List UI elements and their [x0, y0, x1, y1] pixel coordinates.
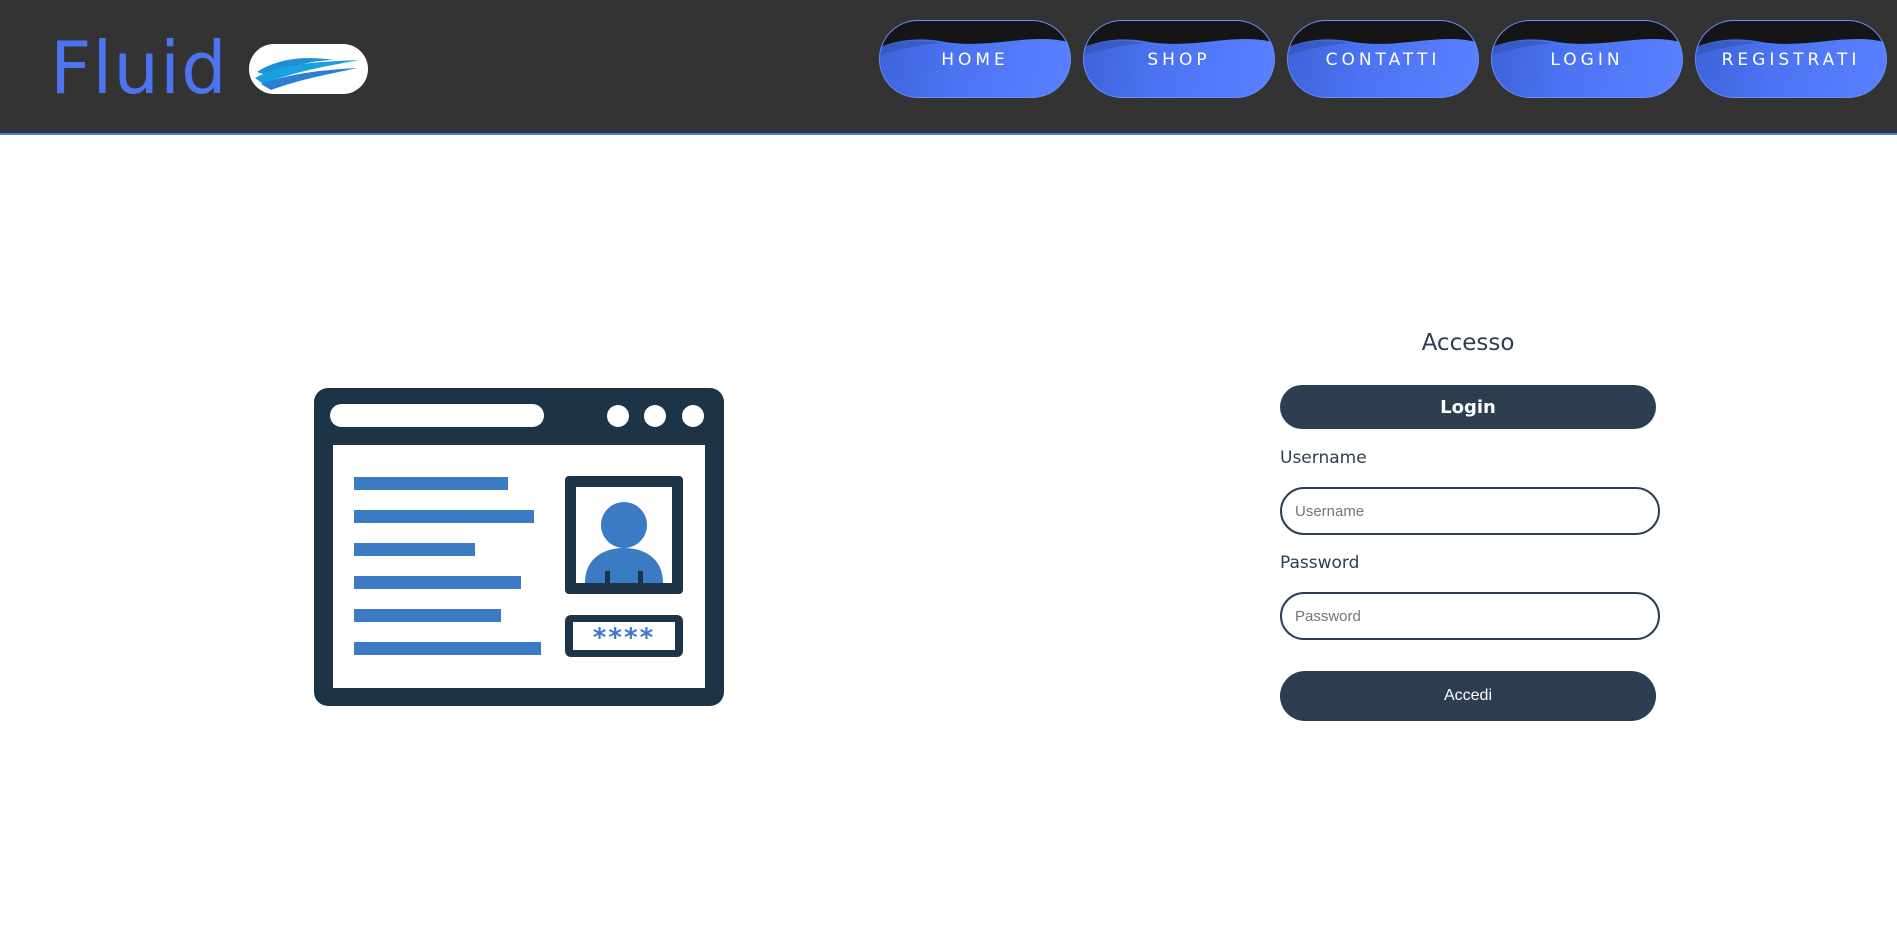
- nav-contatti[interactable]: CONTATTI: [1287, 20, 1479, 98]
- wave-logo-icon[interactable]: [249, 44, 368, 94]
- brand-name[interactable]: Fluid: [50, 26, 228, 110]
- form-title: Accesso: [1421, 330, 1515, 356]
- username-label: Username: [1280, 448, 1367, 468]
- nav-shop[interactable]: SHOP: [1083, 20, 1275, 98]
- password-mask-text: ****: [593, 623, 655, 653]
- login-tab[interactable]: Login: [1280, 385, 1656, 429]
- accedi-button[interactable]: Accedi: [1280, 671, 1656, 721]
- nav-shop-label: SHOP: [1147, 50, 1211, 70]
- nav-contatti-label: CONTATTI: [1325, 50, 1441, 70]
- nav-home[interactable]: HOME: [879, 20, 1071, 98]
- nav-login-label: LOGIN: [1550, 50, 1624, 70]
- nav-login[interactable]: LOGIN: [1491, 20, 1683, 98]
- nav-registrati-label: REGISTRATI: [1721, 50, 1861, 70]
- site-header: Fluid HOME SHOP CONTATTI LOGIN REGISTRAT…: [0, 0, 1897, 135]
- username-input[interactable]: [1280, 487, 1660, 535]
- id-card-browser-icon: ****: [314, 388, 724, 708]
- password-input[interactable]: [1280, 592, 1660, 640]
- nav-home-label: HOME: [941, 50, 1009, 70]
- password-label: Password: [1280, 553, 1360, 573]
- nav-registrati[interactable]: REGISTRATI: [1695, 20, 1887, 98]
